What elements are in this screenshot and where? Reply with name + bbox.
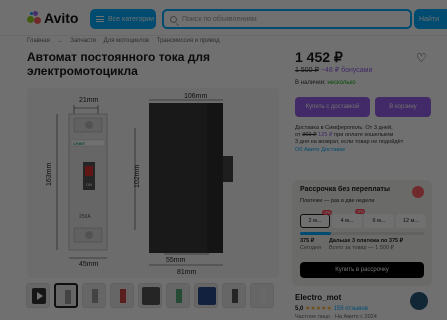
installment-subtitle: Платежи — раз в две недели — [300, 198, 375, 204]
breadcrumb-parts[interactable]: Запчасти — [70, 38, 96, 44]
buy-installment-button[interactable]: Купить в рассрочку — [300, 262, 424, 278]
bonus-link[interactable]: −48 ₽ бонусами — [321, 67, 373, 74]
breadcrumb-transmission[interactable]: Трансмиссия и привод — [157, 38, 220, 44]
seller-rating: 5,0 ★★★★★ 159 отзывов — [295, 305, 368, 312]
thumbnail-strip — [26, 283, 274, 308]
brand-label: CHINT — [73, 141, 86, 146]
breadcrumb-motorcycles[interactable]: Для мотоциклов — [104, 38, 149, 44]
dim-45mm: 45mm — [79, 261, 99, 268]
installment-badge-icon — [412, 186, 424, 198]
all-categories-button[interactable]: Все категории — [90, 9, 156, 29]
breaker-front-view: 21mm CHINT ON 250A 163mm 45mm — [46, 97, 108, 268]
installment-progress — [300, 232, 424, 235]
rating-stars-icon: ★★★★★ — [305, 306, 332, 312]
stock-value: несколько — [327, 80, 356, 86]
thumbnail-video[interactable] — [26, 283, 50, 308]
page-title: Автомат постоянного тока для электромото… — [27, 50, 210, 78]
installment-title: Рассрочка без переплаты — [300, 186, 390, 193]
avito-delivery-link[interactable]: Об Авито Доставке — [295, 147, 445, 154]
pay-later: Дальше 3 платежа по 375 ₽ Всего за товар… — [329, 238, 404, 251]
top-header: Avito Все категории Поиск по объявлениям… — [0, 0, 447, 36]
logo-text: Avito — [44, 10, 79, 26]
avito-logo[interactable]: Avito — [27, 10, 78, 26]
play-icon — [32, 288, 46, 304]
add-to-cart-label: В корзину — [389, 104, 417, 110]
pay-today: 375 ₽ Сегодня — [300, 238, 322, 251]
term-option-4[interactable]: 4 м... -0% — [332, 209, 365, 228]
installment-card: Рассрочка без переплаты Платежи — раз в … — [292, 180, 432, 286]
breadcrumb-ellipsis[interactable]: ... — [58, 38, 63, 44]
reviews-link[interactable]: 159 отзывов — [334, 306, 368, 312]
old-price: 1 500 ₽ — [295, 67, 319, 74]
find-label: Найти — [419, 15, 439, 23]
breadcrumb: Главная ... Запчасти Для мотоциклов Тран… — [27, 38, 226, 44]
dim-102mm: 102mm — [134, 164, 141, 188]
seller-since: Частное лицо · На Авито с 2024 — [295, 314, 377, 320]
thumbnail-1[interactable] — [54, 283, 78, 308]
search-input[interactable]: Поиск по объявлениям — [162, 9, 412, 29]
thumbnail-7[interactable] — [222, 283, 246, 308]
avito-logo-icon — [27, 11, 41, 25]
thumbnail-3[interactable] — [110, 283, 134, 308]
search-icon — [170, 15, 177, 23]
buy-with-delivery-button[interactable]: Купить с доставкой — [295, 97, 370, 117]
breaker-side-view: 106mm 102mm 55mm 81mm — [134, 93, 233, 276]
thumbnail-8[interactable] — [250, 283, 274, 308]
all-categories-label: Все категории — [108, 15, 154, 23]
old-price-row: 1 500 ₽ −48 ₽ бонусами — [295, 66, 372, 74]
delivery-info: Доставка в Симферополь. От 3 дней, от 36… — [295, 125, 445, 154]
term-option-2[interactable]: 2 м... -0% — [300, 210, 332, 228]
rating-value: 5,0 — [295, 306, 304, 312]
stock-status: В наличии: несколько — [295, 80, 356, 86]
term-option-6[interactable]: 6 м... — [364, 214, 394, 228]
favorite-heart-icon[interactable]: ♡ — [416, 51, 427, 65]
delivery-line-3: 3 дня на возврат, если товар не подойдёт — [295, 139, 404, 146]
term-discount-badge: -0% — [321, 210, 332, 215]
delivery-old-price: 369 ₽ — [302, 132, 317, 139]
search-placeholder: Поиск по объявлениям — [182, 15, 257, 23]
term-discount-badge: -0% — [354, 209, 365, 214]
buy-with-delivery-label: Купить с доставкой — [305, 104, 360, 110]
dim-55mm: 55mm — [166, 257, 186, 264]
seller-name[interactable]: Electro_mot — [295, 293, 341, 302]
seller-avatar[interactable] — [410, 292, 428, 310]
term-option-12[interactable]: 12 м... — [396, 214, 426, 228]
buy-installment-label: Купить в рассрочку — [335, 267, 389, 273]
thumbnail-4[interactable] — [138, 283, 162, 308]
thumbnail-6[interactable] — [194, 283, 218, 308]
find-button[interactable]: Найти — [414, 9, 447, 29]
installment-progress-fill — [300, 232, 331, 235]
svg-text:ON: ON — [86, 182, 92, 187]
add-to-cart-button[interactable]: В корзину — [375, 97, 431, 117]
delivery-new-price: 125 ₽ — [318, 132, 333, 139]
dim-106mm: 106mm — [184, 93, 208, 100]
dim-81mm: 81mm — [177, 269, 197, 276]
thumbnail-2[interactable] — [82, 283, 106, 308]
price: 1 452 ₽ — [295, 49, 343, 65]
installment-terms: 2 м... -0% 4 м... -0% 6 м... 12 м... — [300, 209, 426, 228]
menu-icon — [96, 16, 104, 22]
dim-21mm: 21mm — [79, 97, 99, 104]
product-drawing: 21mm CHINT ON 250A 163mm 45mm 106mm 102m… — [46, 93, 233, 276]
product-image[interactable]: 21mm CHINT ON 250A 163mm 45mm 106mm 102m… — [27, 88, 279, 278]
thumbnail-5[interactable] — [166, 283, 190, 308]
current-label: 250A — [79, 214, 91, 220]
dim-163mm: 163mm — [46, 162, 53, 186]
stock-label: В наличии: — [295, 80, 326, 86]
breadcrumb-home[interactable]: Главная — [27, 38, 50, 44]
